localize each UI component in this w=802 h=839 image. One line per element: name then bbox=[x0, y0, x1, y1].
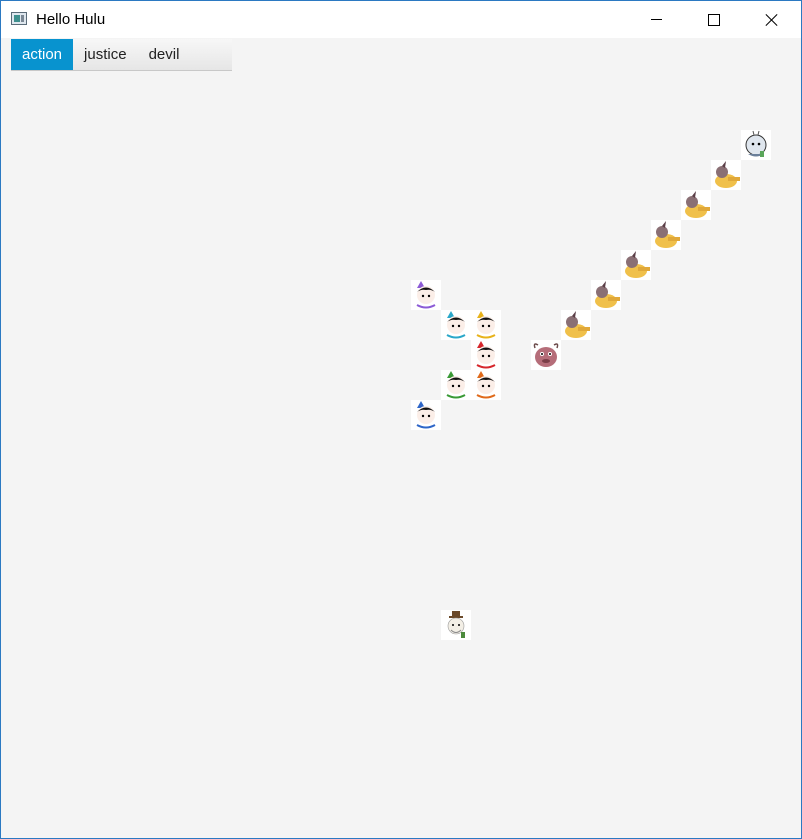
maximize-icon bbox=[708, 13, 720, 26]
app-window: Hello Hulu action justice devil bbox=[0, 0, 802, 839]
gourd-brother-sprite bbox=[441, 310, 471, 340]
minimize-button[interactable] bbox=[627, 1, 685, 38]
battlefield-canvas[interactable] bbox=[1, 38, 801, 838]
grandpa-sprite bbox=[741, 130, 771, 160]
title-bar[interactable]: Hello Hulu bbox=[1, 1, 801, 38]
close-icon bbox=[765, 13, 779, 27]
gourd-brother-sprite bbox=[471, 370, 501, 400]
minion-sprite bbox=[561, 310, 591, 340]
minion-sprite bbox=[651, 220, 681, 250]
minion-sprite bbox=[591, 280, 621, 310]
gourd-brother-sprite bbox=[471, 340, 501, 370]
minion-sprite bbox=[681, 190, 711, 220]
minion-sprite bbox=[711, 160, 741, 190]
old-man-sprite bbox=[441, 610, 471, 640]
gourd-brother-sprite bbox=[411, 280, 441, 310]
minimize-icon bbox=[650, 19, 662, 20]
close-button[interactable] bbox=[743, 1, 801, 38]
gourd-brother-sprite bbox=[441, 370, 471, 400]
minion-sprite bbox=[621, 250, 651, 280]
window-title: Hello Hulu bbox=[36, 11, 106, 28]
gourd-brother-sprite bbox=[471, 310, 501, 340]
app-window-icon bbox=[11, 12, 27, 25]
maximize-button[interactable] bbox=[685, 1, 743, 38]
scorpion-demon-sprite bbox=[531, 340, 561, 370]
gourd-brother-sprite bbox=[411, 400, 441, 430]
